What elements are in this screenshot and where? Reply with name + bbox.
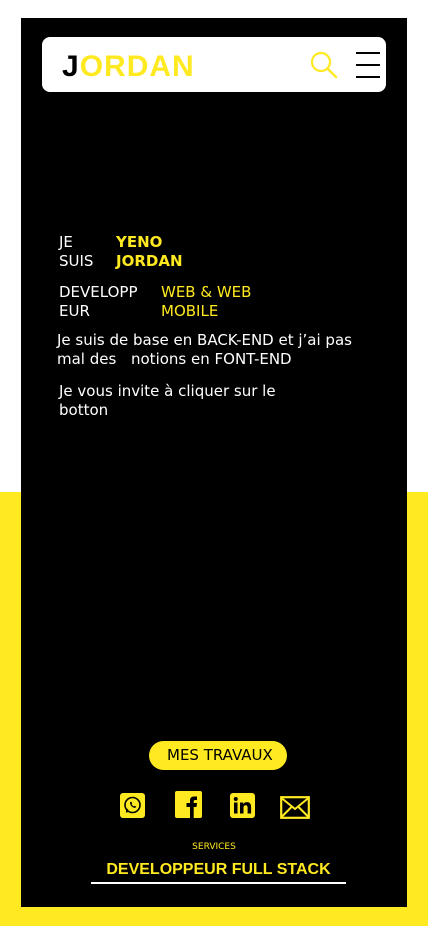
first-name: YENO <box>116 233 163 251</box>
intro-je: JE <box>59 233 73 251</box>
description-line1: Je suis de base en BACK-END et j’ai pas <box>57 331 352 349</box>
intro-suis: SUIS <box>59 252 94 270</box>
description-line2a: mal des <box>57 350 117 368</box>
invite-line1: Je vous invite à cliquer sur le <box>59 382 276 400</box>
services-value[interactable]: DEVELOPPEUR FULL STACK <box>91 860 346 884</box>
main-card: JORDAN JE SUIS YENO JORDAN DEVELOPP EUR … <box>21 18 407 907</box>
linkedin-icon[interactable] <box>230 793 255 818</box>
mes-travaux-button[interactable]: MES TRAVAUX <box>149 741 287 770</box>
hamburger-menu-icon[interactable] <box>356 52 380 78</box>
whatsapp-icon[interactable] <box>120 793 145 818</box>
specialty-line2: MOBILE <box>161 302 219 320</box>
mail-icon[interactable] <box>280 796 310 819</box>
job-title-line1: DEVELOPP <box>59 283 138 301</box>
logo[interactable]: JORDAN <box>62 51 195 83</box>
invite-line2: botton <box>59 401 109 419</box>
mes-travaux-label: MES TRAVAUX <box>167 746 273 764</box>
specialty-line1: WEB & WEB <box>161 283 252 301</box>
top-bar: JORDAN <box>42 37 386 92</box>
services-label: SERVICES <box>192 842 236 852</box>
search-icon[interactable] <box>310 51 338 79</box>
facebook-icon[interactable] <box>175 791 202 818</box>
description-line2b: notions en FONT-END <box>131 350 292 368</box>
logo-initial: J <box>62 50 80 83</box>
logo-text: ORDAN <box>79 50 195 83</box>
job-title-line2: EUR <box>59 302 90 320</box>
last-name: JORDAN <box>116 252 183 270</box>
